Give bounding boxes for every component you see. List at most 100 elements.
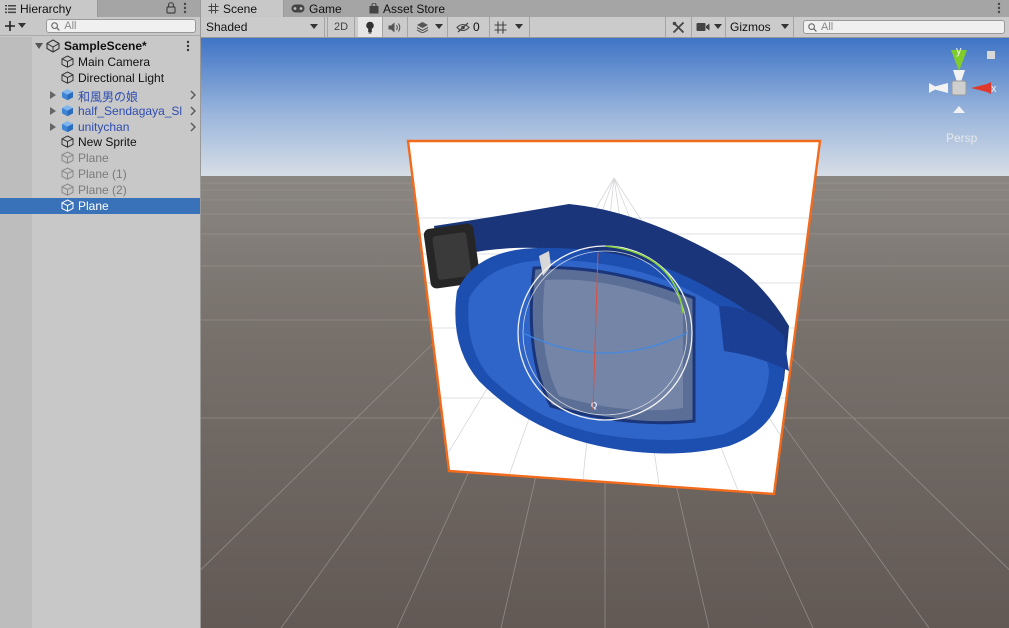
tab-scene-label: Scene xyxy=(223,1,258,16)
hidden-count: 0 xyxy=(473,20,480,34)
hierarchy-search-placeholder: All xyxy=(64,20,77,32)
tree-label: New Sprite xyxy=(78,135,137,149)
kebab-menu-icon[interactable] xyxy=(186,40,190,52)
caret-down-icon xyxy=(781,24,789,30)
audio-toggle[interactable] xyxy=(383,17,408,37)
draw-mode-label: Shaded xyxy=(206,20,248,34)
tree-label: Directional Light xyxy=(78,71,165,85)
tree-label: Main Camera xyxy=(78,55,151,69)
scene-tab-bar: Scene Game Asset Store xyxy=(201,0,1009,17)
tree-row-directional-light[interactable]: Directional Light xyxy=(0,70,200,86)
speaker-icon xyxy=(388,22,402,33)
grid-snap-icon xyxy=(494,21,507,34)
caret-down-icon xyxy=(310,24,318,30)
caret-down-icon xyxy=(515,24,523,30)
search-icon xyxy=(51,21,61,31)
light-bulb-icon xyxy=(365,21,375,34)
tree-row-main-camera[interactable]: Main Camera xyxy=(0,54,200,70)
hierarchy-tab-bar: Hierarchy xyxy=(0,0,200,17)
tab-asset-store[interactable]: Asset Store xyxy=(362,0,467,17)
scene-render: Q y x xyxy=(201,38,1009,628)
tree-row-samplescene[interactable]: SampleScene* xyxy=(0,38,200,54)
prefab-cube-icon xyxy=(61,88,74,101)
scene-toolbar: Shaded 2D 0 Gizmos All xyxy=(201,17,1009,38)
tree-label: unitychan xyxy=(78,120,130,134)
gameobject-cube-icon xyxy=(61,167,74,180)
tab-game-label: Game xyxy=(309,1,342,16)
gameobject-cube-icon xyxy=(61,135,74,148)
tree-row-prefab[interactable]: unitychan xyxy=(0,119,200,135)
hierarchy-search-input[interactable]: All xyxy=(46,19,196,33)
tree-label: Plane (2) xyxy=(78,183,127,197)
selected-quad: Q xyxy=(408,141,820,494)
tab-game[interactable]: Game xyxy=(284,0,362,17)
tree-label: SampleScene* xyxy=(64,39,147,53)
tree-row-plane-2[interactable]: Plane (2) xyxy=(0,182,200,198)
tree-row-plane-1[interactable]: Plane (1) xyxy=(0,166,200,182)
caret-down-icon xyxy=(714,24,722,30)
tree-row-prefab[interactable]: 和風男の娘 xyxy=(0,87,200,104)
gamepad-icon xyxy=(291,4,305,13)
kebab-menu-icon[interactable] xyxy=(997,2,1001,14)
projection-label[interactable]: Persp xyxy=(946,131,977,145)
search-icon xyxy=(808,22,817,32)
caret-down-icon xyxy=(435,24,443,30)
grid-settings-dropdown[interactable] xyxy=(490,17,530,37)
scene-visibility-toggle[interactable]: 0 xyxy=(448,17,490,37)
effects-dropdown[interactable] xyxy=(408,17,448,37)
video-camera-icon xyxy=(696,22,710,32)
2d-mode-toggle[interactable]: 2D xyxy=(327,17,355,37)
hierarchy-tab-label: Hierarchy xyxy=(20,1,72,16)
plus-icon xyxy=(4,20,16,32)
create-dropdown-button[interactable] xyxy=(4,18,37,34)
hierarchy-tab[interactable]: Hierarchy xyxy=(0,0,98,17)
hierarchy-panel: Hierarchy All SampleScene* Main Camera D… xyxy=(0,0,201,628)
grid-hash-icon xyxy=(208,3,219,14)
draw-mode-dropdown[interactable]: Shaded xyxy=(201,17,325,37)
gameobject-cube-icon xyxy=(61,55,74,68)
tree-row-plane[interactable]: Plane xyxy=(0,150,200,166)
axis-x-label: x xyxy=(991,83,997,95)
tools-button[interactable] xyxy=(665,17,692,37)
tab-scene[interactable]: Scene xyxy=(201,0,284,17)
kebab-menu-icon[interactable] xyxy=(183,2,187,14)
tree-row-prefab[interactable]: half_Sendagaya_Sl xyxy=(0,103,200,119)
gizmos-label: Gizmos xyxy=(730,20,771,34)
list-icon xyxy=(5,4,16,14)
gameobject-cube-icon xyxy=(61,71,74,84)
prefab-cube-icon xyxy=(61,120,74,133)
hierarchy-toolbar: All xyxy=(0,17,200,36)
tree-row-plane-selected[interactable]: Plane xyxy=(0,198,200,214)
lighting-toggle[interactable] xyxy=(358,17,383,37)
chevron-right-icon[interactable] xyxy=(190,90,196,100)
effects-layers-icon xyxy=(416,21,429,33)
shopping-bag-icon xyxy=(369,3,379,14)
chevron-right-icon[interactable] xyxy=(190,106,196,116)
scene-window: Scene Game Asset Store Shaded 2D 0 Gizmo… xyxy=(201,0,1009,628)
svg-text:Q: Q xyxy=(591,401,597,410)
gizmos-dropdown[interactable]: Gizmos xyxy=(726,17,794,37)
caret-down-icon xyxy=(18,23,26,29)
lock-icon[interactable] xyxy=(166,2,176,14)
fold-closed-icon[interactable] xyxy=(48,90,58,100)
tree-row-new-sprite[interactable]: New Sprite xyxy=(0,134,200,150)
scene-search-placeholder: All xyxy=(821,21,834,33)
scene-viewport[interactable]: Q y x Persp xyxy=(201,38,1009,628)
camera-settings-dropdown[interactable] xyxy=(692,17,726,37)
tree-label: Plane xyxy=(78,199,109,213)
gameobject-cube-icon xyxy=(61,199,74,212)
tree-label: half_Sendagaya_Sl xyxy=(78,104,183,118)
fold-closed-icon[interactable] xyxy=(48,106,58,116)
fold-open-icon[interactable] xyxy=(34,41,44,51)
tree-label: Plane (1) xyxy=(78,167,127,181)
scene-search-input[interactable]: All xyxy=(803,20,1005,34)
chevron-right-icon[interactable] xyxy=(190,122,196,132)
tab-asset-store-label: Asset Store xyxy=(383,1,446,16)
gameobject-cube-icon xyxy=(61,183,74,196)
tree-label: Plane xyxy=(78,151,109,165)
wrench-screwdriver-icon xyxy=(672,21,685,34)
fold-closed-icon[interactable] xyxy=(48,122,58,132)
hierarchy-tree: SampleScene* Main Camera Directional Lig… xyxy=(0,37,200,628)
gameobject-cube-icon xyxy=(61,151,74,164)
unity-scene-icon xyxy=(46,39,60,53)
